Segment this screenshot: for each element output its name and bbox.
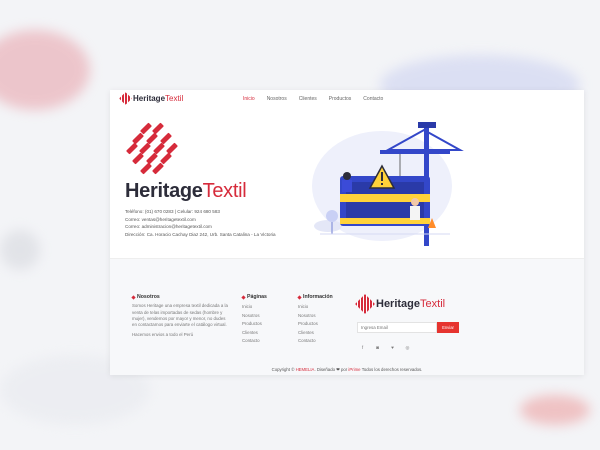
footer-link[interactable]: Inicio (298, 303, 333, 311)
nav-item-inicio[interactable]: Inicio (243, 96, 255, 102)
email-line[interactable]: Correo: administracion@heritagetextil.co… (125, 223, 295, 231)
whatsapp-icon[interactable]: ◎ (405, 345, 410, 351)
footer-about-title: Nosotros (132, 293, 228, 301)
copyright-prefix: Copyright © (271, 367, 295, 372)
copyright-suffix: Todos los derechos reservados. (361, 367, 423, 372)
website-card: HeritageTextil Inicio Nosotros Clientes … (110, 90, 584, 375)
footer-link[interactable]: Productos (242, 320, 267, 328)
facebook-icon[interactable]: f (360, 345, 365, 351)
address-line: Dirección: Ca. Horacio Cachay Diaz 242, … (125, 231, 276, 237)
hero-section: HeritageTextil Teléfono: (01) 670 0283 |… (110, 110, 584, 258)
footer-link[interactable]: Clientes (298, 329, 333, 337)
email-input[interactable] (357, 322, 437, 333)
footer-pages: Páginas Inicio Nosotros Productos Client… (242, 293, 267, 345)
footer-link[interactable]: Contacto (242, 337, 267, 345)
blur-shape (0, 30, 90, 110)
footer-info: Información Inicio Nosotros Productos Cl… (298, 293, 333, 345)
nav-brand: HeritageTextil (133, 94, 184, 103)
nav-menu: Inicio Nosotros Clientes Productos Conta… (243, 96, 383, 102)
nav-item-nosotros[interactable]: Nosotros (267, 96, 287, 102)
newsletter-form: Enviar (357, 322, 459, 333)
footer-about-sub: Hacemos envios a todo el Perú (132, 331, 194, 337)
logo-mark-icon (355, 294, 375, 314)
footer-brand: HeritageTextil (376, 298, 446, 310)
hero-brand-title: HeritageTextil (125, 180, 247, 202)
footer-link[interactable]: Contacto (298, 337, 333, 345)
footer-about-text: Somos Heritage una empresa textil dedica… (132, 303, 228, 328)
blur-shape (0, 230, 40, 270)
copyright-mid: . Diseñado ❤ por (314, 367, 348, 372)
blur-shape (520, 395, 590, 425)
footer-link[interactable]: Nosotros (242, 312, 267, 320)
footer-about: Nosotros Somos Heritage una empresa text… (132, 293, 228, 339)
footer-link[interactable]: Productos (298, 320, 333, 328)
instagram-icon[interactable]: ◙ (375, 345, 380, 351)
contact-info: Teléfono: (01) 670 0283 | Celular: 924 6… (125, 208, 295, 238)
top-navigation: HeritageTextil Inicio Nosotros Clientes … (110, 90, 584, 110)
nav-item-clientes[interactable]: Clientes (299, 96, 317, 102)
nav-item-productos[interactable]: Productos (329, 96, 352, 102)
send-button[interactable]: Enviar (437, 322, 459, 333)
copyright-brand-link[interactable]: HEMELIA (296, 367, 315, 372)
footer-link[interactable]: Nosotros (298, 312, 333, 320)
brand-mark-icon (125, 122, 179, 176)
nav-item-contacto[interactable]: Contacto (363, 96, 383, 102)
footer-logo[interactable]: HeritageTextil (355, 294, 446, 314)
logo-mark-icon (119, 92, 132, 105)
footer-pages-title: Páginas (242, 293, 267, 301)
copyright-text: Copyright © HEMELIA. Diseñado ❤ por iPri… (110, 367, 584, 373)
footer-link[interactable]: Clientes (242, 329, 267, 337)
copyright-author-link[interactable]: iPrime (348, 367, 360, 372)
footer-info-title: Información (298, 293, 333, 301)
social-links: f ◙ ♥ ◎ (360, 345, 410, 351)
under-construction-illustration (312, 122, 464, 246)
footer-link[interactable]: Inicio (242, 303, 267, 311)
twitter-icon[interactable]: ♥ (390, 345, 395, 351)
email-line[interactable]: Correo: ventas@heritagetextil.com (125, 216, 295, 224)
site-footer: Nosotros Somos Heritage una empresa text… (110, 258, 584, 375)
phone-line: Teléfono: (01) 670 0283 | Celular: 924 6… (125, 209, 220, 214)
nav-logo[interactable]: HeritageTextil (119, 92, 184, 105)
